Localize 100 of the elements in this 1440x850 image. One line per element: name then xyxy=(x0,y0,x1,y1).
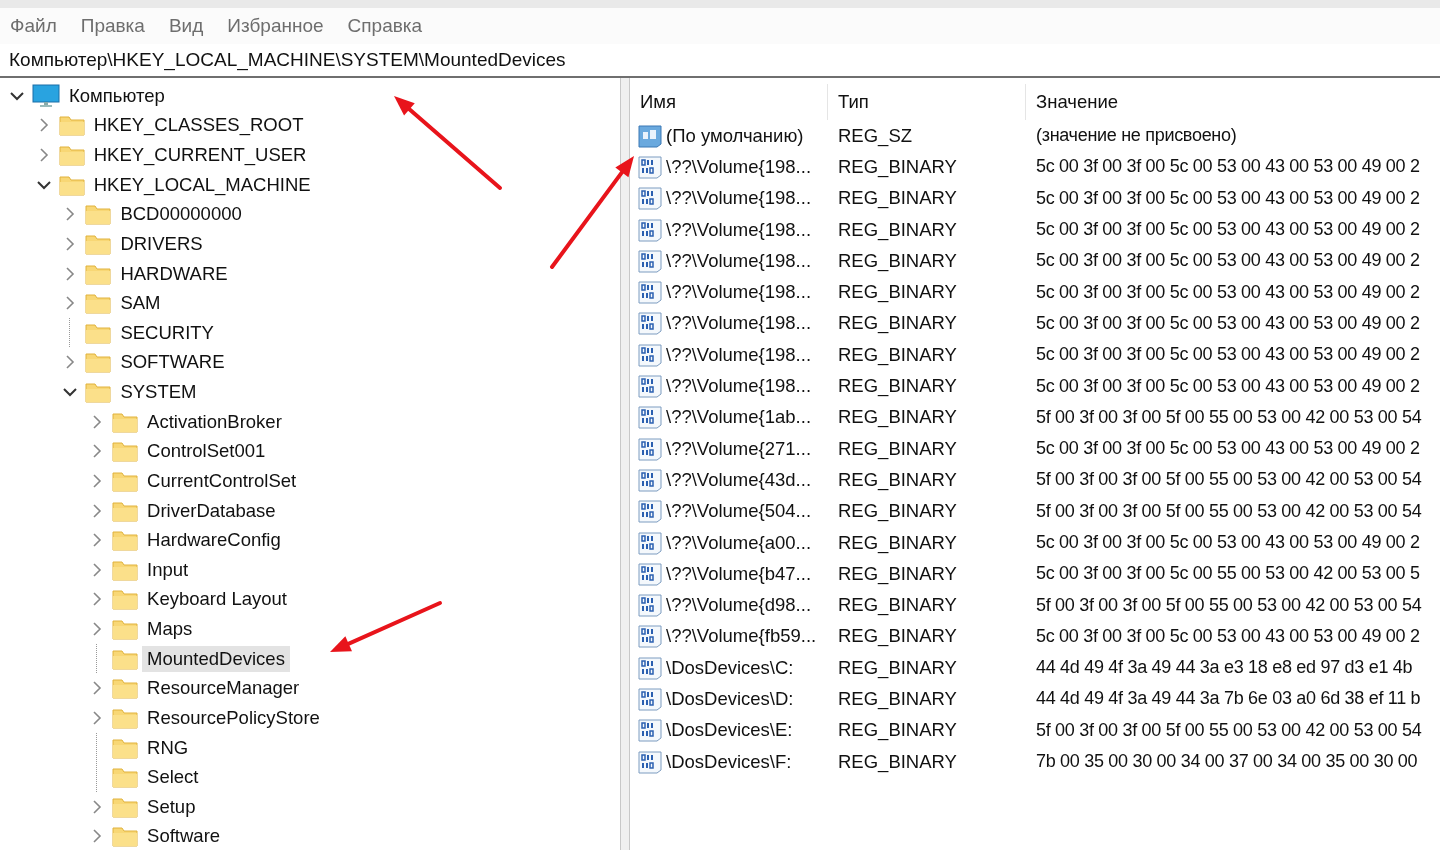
folder-icon xyxy=(58,173,85,196)
value-name-cell: \??\Volume{198... xyxy=(666,155,812,178)
value-type-cell-text: REG_BINARY xyxy=(837,406,958,429)
value-data-cell-text: 5f 00 3f 00 3f 00 5f 00 55 00 53 00 42 00 53 00 54 xyxy=(1035,406,1422,428)
column-header[interactable]: Значение xyxy=(1026,84,1119,120)
tree-item[interactable]: Компьютер xyxy=(64,82,170,109)
value-name-cell: \??\Volume{198... xyxy=(666,218,812,241)
value-type-cell-text: REG_BINARY xyxy=(837,656,958,679)
binary-value-icon xyxy=(638,655,662,680)
value-type-cell-text: REG_BINARY xyxy=(837,719,958,742)
binary-value-icon xyxy=(638,499,662,524)
tree-item[interactable]: DRIVERS xyxy=(115,230,208,257)
address-field[interactable]: Компьютер\HKEY_LOCAL_MACHINE\SYSTEM\MountedDevices xyxy=(0,44,1440,78)
folder-icon xyxy=(112,736,139,759)
value-data-cell-text: 5c 00 3f 00 3f 00 5c 00 53 00 43 00 53 00 49 00 2 xyxy=(1035,375,1420,397)
value-type-cell-text: REG_BINARY xyxy=(837,437,958,460)
value-data-cell-text: 5c 00 3f 00 3f 00 5c 00 53 00 43 00 53 00 49 00 2 xyxy=(1035,156,1420,178)
tree-item[interactable]: Setup xyxy=(142,793,201,820)
value-name-cell: \??\Volume{198... xyxy=(666,249,812,272)
tree-item[interactable]: MountedDevices xyxy=(142,645,290,672)
tree-item[interactable]: SAM xyxy=(115,290,166,317)
binary-value-icon xyxy=(638,342,662,367)
binary-value-icon xyxy=(638,624,662,649)
computer-icon xyxy=(32,82,60,109)
folder-icon xyxy=(85,203,112,226)
value-name-cell: \DosDevices\E: xyxy=(666,719,793,742)
value-name-cell: \??\Volume{fb59... xyxy=(666,625,817,648)
value-type-cell-text: REG_BINARY xyxy=(837,625,958,648)
folder-icon xyxy=(112,558,139,581)
value-data-cell-text: 5c 00 3f 00 3f 00 5c 00 53 00 43 00 53 00 49 00 2 xyxy=(1035,625,1420,647)
value-name-cell: \??\Volume{a00... xyxy=(666,531,812,554)
tree-item[interactable]: CurrentControlSet xyxy=(142,467,302,494)
tree-item[interactable]: HKEY_CLASSES_ROOT xyxy=(88,112,309,139)
tree-item[interactable]: Input xyxy=(142,556,194,583)
folder-icon xyxy=(85,351,112,374)
tree-item[interactable]: HKEY_CURRENT_USER xyxy=(88,142,312,169)
value-data-cell-text: 5c 00 3f 00 3f 00 5c 00 55 00 53 00 42 00 53 00 5 xyxy=(1035,563,1420,585)
binary-value-icon xyxy=(638,436,662,461)
tree-item[interactable]: RNG xyxy=(142,734,194,761)
tree-item[interactable]: Select xyxy=(142,764,204,791)
value-data-cell-text: 5c 00 3f 00 3f 00 5c 00 53 00 43 00 53 00 49 00 2 xyxy=(1035,219,1420,241)
tree-item[interactable]: ResourceManager xyxy=(142,675,305,702)
menu-item[interactable]: Правка xyxy=(80,15,145,37)
value-name-cell: \??\Volume{271... xyxy=(666,437,812,460)
folder-icon xyxy=(112,795,139,818)
folder-icon xyxy=(112,588,139,611)
column-header[interactable]: Тип xyxy=(828,84,1026,120)
tree-item[interactable]: HKEY_LOCAL_MACHINE xyxy=(88,171,316,198)
tree-item[interactable]: HardwareConfig xyxy=(142,527,286,554)
value-data-cell-text: 5f 00 3f 00 3f 00 5f 00 55 00 53 00 42 00 53 00 54 xyxy=(1035,500,1422,522)
value-name-cell: (По умолчанию) xyxy=(666,124,804,147)
menu-item[interactable]: Избранное xyxy=(227,15,324,37)
tree-item[interactable]: ResourcePolicyStore xyxy=(142,704,325,731)
folder-icon xyxy=(85,292,112,315)
value-name-cell: \??\Volume{d98... xyxy=(666,594,812,617)
value-type-cell-text: REG_BINARY xyxy=(837,375,958,397)
folder-icon xyxy=(112,410,139,433)
binary-value-icon xyxy=(638,405,662,430)
value-type-cell-text: REG_BINARY xyxy=(837,562,958,585)
binary-value-icon xyxy=(638,217,662,242)
menu-item[interactable]: Справка xyxy=(347,15,423,37)
tree-item[interactable]: HARDWARE xyxy=(115,260,233,287)
value-name-cell: \??\Volume{198... xyxy=(666,375,812,397)
tree-item[interactable]: SOFTWARE xyxy=(115,349,230,376)
value-type-cell-text: REG_BINARY xyxy=(837,218,958,241)
value-data-cell-text: 5c 00 3f 00 3f 00 5c 00 53 00 43 00 53 00 49 00 2 xyxy=(1035,532,1420,553)
menu-item[interactable]: Вид xyxy=(168,15,204,37)
folder-icon xyxy=(85,381,112,404)
tree-item[interactable]: BCD00000000 xyxy=(115,201,247,228)
tree-item[interactable]: Keyboard Layout xyxy=(142,586,292,613)
value-type-cell-text: REG_BINARY xyxy=(837,249,958,272)
tree-item[interactable]: Maps xyxy=(142,616,198,643)
value-data-cell-text: 5f 00 3f 00 3f 00 5f 00 55 00 53 00 42 00 53 00 54 xyxy=(1035,469,1422,491)
folder-icon xyxy=(112,766,139,789)
value-name-cell: \DosDevices\C: xyxy=(666,656,794,679)
folder-icon xyxy=(85,321,112,344)
value-name-cell: \??\Volume{198... xyxy=(666,343,812,366)
value-data-cell-text: 5c 00 3f 00 3f 00 5c 00 53 00 43 00 53 00 49 00 2 xyxy=(1035,250,1420,272)
value-name-cell: \DosDevices\F: xyxy=(666,750,792,773)
menu-item[interactable]: Файл xyxy=(10,15,57,37)
string-value-icon xyxy=(638,123,662,148)
value-type-cell-text: REG_BINARY xyxy=(837,688,958,710)
tree-item[interactable]: Software xyxy=(142,823,226,850)
value-data-cell-text: (значение не присвоено) xyxy=(1035,125,1237,147)
tree-item[interactable]: SECURITY xyxy=(115,319,219,346)
tree-item[interactable]: SYSTEM xyxy=(115,379,202,406)
value-name-cell: \??\Volume{198... xyxy=(666,312,812,335)
binary-value-icon xyxy=(638,530,662,555)
folder-icon xyxy=(112,440,139,463)
value-data-cell-text: 5c 00 3f 00 3f 00 5c 00 53 00 43 00 53 00 49 00 2 xyxy=(1035,281,1420,303)
binary-value-icon xyxy=(638,311,662,336)
folder-icon xyxy=(112,499,139,522)
tree-item[interactable]: ActivationBroker xyxy=(142,408,287,435)
tree-item[interactable]: ControlSet001 xyxy=(142,438,271,465)
folder-icon xyxy=(112,825,139,848)
value-type-cell-text: REG_BINARY xyxy=(837,312,958,335)
binary-value-icon xyxy=(638,374,662,398)
value-type-cell-text: REG_BINARY xyxy=(837,468,958,491)
tree-item[interactable]: DriverDatabase xyxy=(142,497,281,524)
column-header[interactable]: Имя xyxy=(630,84,828,120)
